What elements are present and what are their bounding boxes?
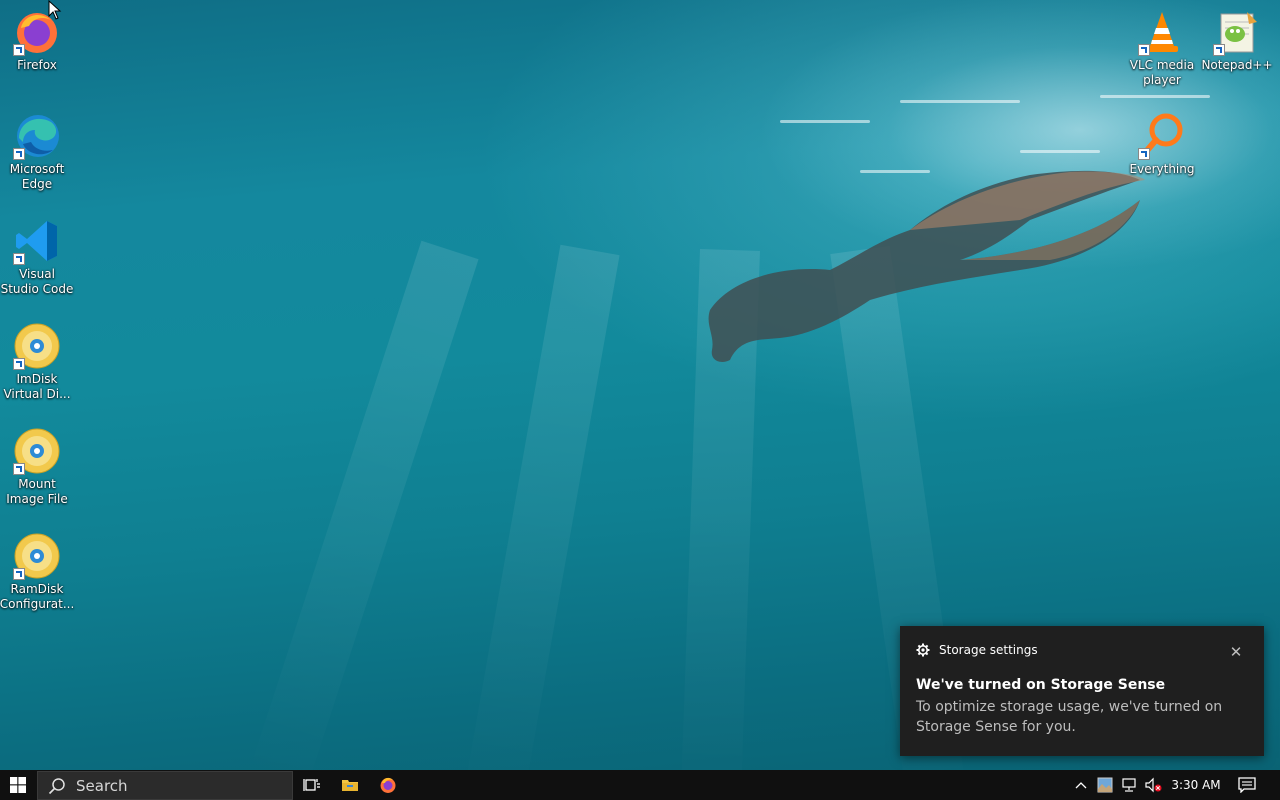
firefox-icon (380, 777, 396, 793)
light-ray (248, 240, 479, 770)
water-ripple (1100, 95, 1210, 98)
water-ripple (1020, 150, 1100, 153)
firefox-taskbar-button[interactable] (369, 770, 407, 800)
ramdisk-disc-icon (13, 532, 61, 580)
search-icon (48, 777, 65, 794)
action-center-button[interactable] (1232, 770, 1262, 800)
water-ripple (780, 120, 870, 123)
volume-muted-icon (1145, 777, 1162, 793)
desktop-icon-edge[interactable]: Microsoft Edge (0, 112, 75, 192)
water-ripple (900, 100, 1020, 103)
taskbar-clock[interactable]: 3:30 AM (1166, 770, 1226, 800)
desktop-icon-notepadpp[interactable]: Notepad++ (1199, 8, 1275, 73)
edge-icon (13, 112, 61, 160)
tray-image-app[interactable] (1094, 770, 1116, 800)
task-view-icon (303, 779, 320, 791)
desktop-icon-label: RamDisk Configurat... (0, 582, 75, 611)
windows-logo-icon (10, 777, 26, 793)
chevron-up-icon (1075, 782, 1087, 789)
desktop-icon-firefox[interactable]: Firefox (0, 8, 75, 73)
notification-header: Storage settings (916, 643, 1038, 657)
tray-network[interactable] (1118, 770, 1140, 800)
shortcut-arrow-icon (13, 568, 25, 580)
desktop-icon-vscode[interactable]: Visual Studio Code (0, 217, 75, 297)
search-placeholder: Search (76, 776, 128, 795)
show-hidden-icons-button[interactable] (1070, 770, 1092, 800)
taskbar-search-box[interactable]: Search (37, 771, 293, 800)
imdisk-disc-icon (13, 322, 61, 370)
desktop-icon-ramdisk[interactable]: RamDisk Configurat... (0, 532, 75, 612)
shortcut-arrow-icon (1213, 44, 1225, 56)
mouse-cursor-icon (48, 0, 62, 20)
shortcut-arrow-icon (13, 148, 25, 160)
notepadpp-icon (1213, 8, 1261, 56)
vlc-icon (1138, 8, 1186, 56)
tray-volume[interactable] (1142, 770, 1164, 800)
desktop-icon-label: VLC media player (1129, 58, 1195, 87)
storage-sense-notification[interactable]: Storage settings ✕ We've turned on Stora… (900, 626, 1264, 756)
shortcut-arrow-icon (13, 44, 25, 56)
desktop-icon-imdisk[interactable]: ImDisk Virtual Di... (0, 322, 75, 402)
desktop-icon-everything[interactable]: Everything (1124, 112, 1200, 177)
image-app-icon (1097, 777, 1113, 793)
network-icon (1122, 778, 1136, 792)
file-explorer-button[interactable] (331, 770, 369, 800)
task-view-button[interactable] (293, 770, 331, 800)
notification-body: To optimize storage usage, we've turned … (916, 699, 1223, 735)
desktop-icon-label: Everything (1129, 162, 1195, 176)
vscode-icon (13, 217, 61, 265)
notification-app-name: Storage settings (939, 643, 1038, 657)
desktop-icon-label: Firefox (17, 58, 57, 72)
shortcut-arrow-icon (13, 358, 25, 370)
desktop-icon-mount-image[interactable]: Mount Image File (0, 427, 75, 507)
close-icon[interactable]: ✕ (1226, 642, 1246, 662)
shortcut-arrow-icon (1138, 148, 1150, 160)
notification-title: We've turned on Storage Sense (916, 677, 1166, 693)
gear-icon (916, 643, 930, 657)
everything-search-icon (1138, 112, 1186, 160)
desktop-icon-label: Visual Studio Code (0, 267, 74, 296)
desktop-wallpaper[interactable]: Firefox Microsoft Edge Visual Studio Cod… (0, 0, 1280, 770)
swimmer-silhouette (708, 170, 1145, 362)
shortcut-arrow-icon (1138, 44, 1150, 56)
taskbar: Search 3:30 AM (0, 770, 1280, 800)
shortcut-arrow-icon (13, 463, 25, 475)
desktop-icon-label: Microsoft Edge (9, 162, 65, 191)
light-ray (463, 244, 620, 770)
file-explorer-icon (342, 780, 358, 791)
start-button[interactable] (0, 770, 36, 800)
desktop-icon-label: Mount Image File (6, 477, 68, 506)
shortcut-arrow-icon (13, 253, 25, 265)
desktop-icon-label: ImDisk Virtual Di... (3, 372, 71, 401)
desktop-icon-label: Notepad++ (1201, 58, 1273, 72)
desktop-icon-vlc[interactable]: VLC media player (1124, 8, 1200, 88)
mount-disc-icon (13, 427, 61, 475)
notification-icon (1238, 777, 1256, 793)
